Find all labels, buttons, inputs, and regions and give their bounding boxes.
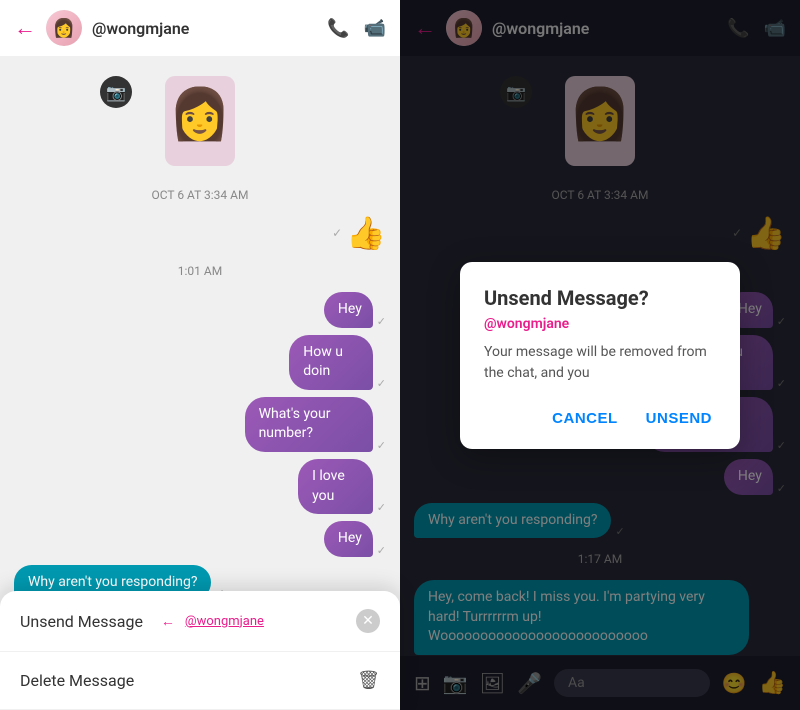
left-time1: 1:01 AM	[14, 264, 386, 278]
left-thumbs-up: 👍	[346, 214, 386, 252]
left-msg-love: I love you ✓	[286, 459, 386, 514]
left-bubble-love[interactable]: I love you	[298, 459, 373, 514]
left-bubble-hey2[interactable]: Hey	[324, 521, 373, 557]
right-modal-body: Your message will be removed from the ch…	[484, 342, 716, 384]
right-modal-overlay[interactable]: Unsend Message? @wongmjane Your message …	[400, 0, 800, 710]
left-header-username: @wongmjane	[92, 19, 317, 38]
left-msg-hey1: Hey ✓	[321, 292, 386, 328]
left-avatar-image: 👩	[46, 10, 82, 46]
left-back-button[interactable]: ←	[14, 15, 36, 41]
left-thumbs-up-area: ✓ 👍	[14, 214, 386, 252]
left-chat-image-area: 📷	[14, 66, 386, 176]
left-msg-hey2: Hey ✓	[321, 521, 386, 557]
left-sent-group: Hey ✓ How u doin ✓ What's your number? ✓…	[14, 290, 386, 559]
left-delete-item[interactable]: Delete Message 🗑	[0, 652, 400, 710]
left-video-icon[interactable]: 📹	[364, 18, 386, 39]
left-chat-avatar	[165, 76, 235, 166]
left-check-love: ✓	[377, 501, 386, 514]
right-modal-actions: CANCEL UNSEND	[484, 404, 716, 433]
left-avatar: 👩	[46, 10, 82, 46]
cancel-button[interactable]: CANCEL	[548, 404, 622, 433]
left-header-icons: 📞 📹	[327, 18, 386, 39]
left-unsend-arrow: ←	[161, 613, 175, 630]
left-msg-number: What's your number? ✓	[215, 397, 386, 452]
left-delete-label: Delete Message	[20, 671, 134, 690]
left-panel: ← 👩 @wongmjane 📞 📹 📷 OCT 6 AT 3:34 AM ✓ …	[0, 0, 400, 710]
right-panel: ← 👩 @wongmjane 📞 📹 📷 OCT 6 AT 3:34 AM ✓ …	[400, 0, 800, 710]
left-bubble-number[interactable]: What's your number?	[245, 397, 373, 452]
left-unsend-username: @wongmjane	[185, 614, 264, 629]
left-timestamp1: OCT 6 AT 3:34 AM	[14, 188, 386, 202]
left-delete-icon: 🗑	[357, 670, 380, 691]
left-bottom-sheet: Unsend Message ← @wongmjane ✕ Delete Mes…	[0, 591, 400, 710]
left-unsend-item-left: Unsend Message ← @wongmjane	[20, 612, 264, 631]
left-check-number: ✓	[377, 439, 386, 452]
left-check-hey2: ✓	[377, 544, 386, 557]
left-camera-icon[interactable]: 📷	[100, 76, 132, 108]
right-modal-username: @wongmjane	[484, 316, 716, 332]
left-check1: ✓	[332, 226, 342, 240]
left-close-button[interactable]: ✕	[356, 609, 380, 633]
left-bubble-howudoin[interactable]: How u doin	[289, 335, 373, 390]
right-modal-title: Unsend Message?	[484, 286, 716, 310]
left-unsend-item[interactable]: Unsend Message ← @wongmjane ✕	[0, 591, 400, 652]
right-modal: Unsend Message? @wongmjane Your message …	[460, 262, 740, 449]
left-msg-howudoin: How u doin ✓	[275, 335, 386, 390]
left-bubble-hey1[interactable]: Hey	[324, 292, 373, 328]
left-unsend-label: Unsend Message	[20, 612, 143, 631]
left-check-howudoin: ✓	[377, 377, 386, 390]
unsend-button[interactable]: UNSEND	[642, 404, 716, 433]
left-check-hey1: ✓	[377, 315, 386, 328]
left-header: ← 👩 @wongmjane 📞 📹	[0, 0, 400, 56]
left-phone-icon[interactable]: 📞	[327, 18, 349, 39]
